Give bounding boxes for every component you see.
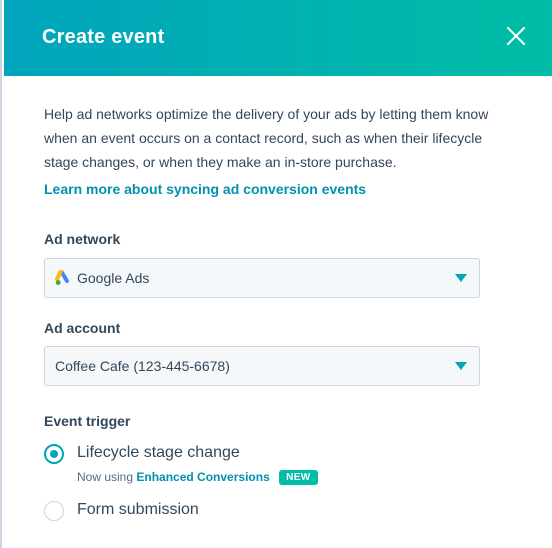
caret-down-icon: [455, 362, 467, 370]
ad-account-select[interactable]: Coffee Cafe (123-445-6678): [44, 346, 480, 386]
google-ads-icon: [55, 270, 70, 285]
caret-down-icon: [455, 274, 467, 282]
panel-description: Help ad networks optimize the delivery o…: [44, 106, 489, 170]
panel-title: Create event: [42, 26, 165, 48]
panel-header: Create event: [4, 0, 552, 76]
close-button[interactable]: [504, 24, 528, 48]
ad-network-select[interactable]: Google Ads: [44, 258, 480, 298]
radio-label: Lifecycle stage change: [77, 444, 240, 461]
close-icon: [507, 27, 525, 45]
ad-account-label: Ad account: [44, 320, 121, 336]
enhanced-conversions-note: Now using Enhanced Conversions NEW: [77, 470, 318, 485]
ad-network-value: Google Ads: [77, 270, 150, 286]
note-prefix: Now using: [77, 470, 134, 484]
new-badge: NEW: [279, 470, 318, 485]
radio-label: Form submission: [77, 501, 199, 518]
ad-network-label: Ad network: [44, 231, 121, 247]
ad-account-value: Coffee Cafe (123-445-6678): [55, 358, 230, 374]
learn-more-link[interactable]: Learn more about syncing ad conversion e…: [44, 181, 366, 197]
create-event-panel: Create event Help ad networks optimize t…: [0, 0, 552, 548]
event-trigger-label: Event trigger: [44, 413, 131, 429]
radio-button-checked[interactable]: [44, 444, 64, 464]
enhanced-conversions-link[interactable]: Enhanced Conversions: [136, 470, 269, 484]
radio-button-unchecked[interactable]: [44, 501, 64, 521]
